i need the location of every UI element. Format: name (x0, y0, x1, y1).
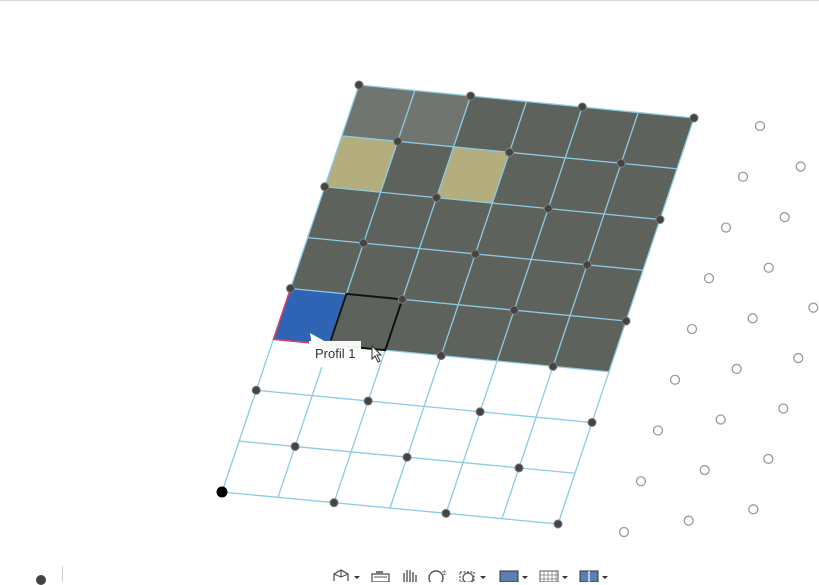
ghost-node[interactable] (793, 352, 804, 364)
grid-node[interactable] (354, 80, 364, 90)
grid-node[interactable] (509, 305, 519, 315)
grid-cell[interactable] (239, 390, 312, 446)
grid-node[interactable] (470, 249, 480, 259)
grid-cell[interactable] (446, 463, 519, 519)
tooltip-label: Profil 1 (315, 346, 356, 361)
grid-node[interactable] (514, 463, 524, 473)
grid-node[interactable] (251, 385, 261, 395)
ghost-node[interactable] (754, 120, 766, 132)
grid-cell[interactable] (463, 412, 536, 468)
svg-text:±: ± (442, 568, 447, 577)
display-style-icon (499, 570, 528, 582)
grid-cell[interactable] (424, 356, 497, 412)
grid-node[interactable] (320, 182, 330, 192)
grid-node[interactable] (504, 147, 514, 157)
grid-node[interactable] (587, 418, 597, 427)
grid-node[interactable] (402, 452, 412, 462)
grid-cell[interactable] (334, 452, 407, 508)
grid-display-button[interactable] (538, 567, 572, 582)
ghost-node[interactable] (652, 425, 664, 436)
ghost-node[interactable] (715, 414, 726, 425)
grid-cell[interactable] (390, 457, 463, 513)
pan-hand-icon (403, 570, 417, 582)
ghost-node[interactable] (737, 171, 749, 182)
grid-node[interactable] (553, 519, 563, 529)
grid-node[interactable] (397, 294, 407, 304)
origin-node[interactable] (216, 486, 228, 498)
ghost-node[interactable] (669, 374, 681, 385)
grid-cell[interactable] (519, 417, 592, 473)
grid-cell[interactable] (278, 447, 351, 503)
grid-node[interactable] (286, 284, 295, 293)
ghost-node[interactable] (795, 161, 806, 172)
grid-cell[interactable] (222, 441, 295, 497)
ghost-node[interactable] (763, 453, 774, 465)
grid-node[interactable] (441, 508, 451, 518)
grid-cell[interactable] (407, 406, 480, 462)
grid-node[interactable] (363, 396, 373, 406)
ghost-node[interactable] (720, 222, 732, 233)
ghost-node[interactable] (808, 302, 819, 313)
view-cube-icon (333, 569, 360, 581)
grid-node[interactable] (577, 102, 587, 112)
grid-node[interactable] (432, 193, 441, 203)
ghost-node[interactable] (778, 403, 789, 414)
toolbar-divider (62, 566, 63, 582)
display-style-button[interactable] (498, 567, 532, 582)
ghost-node[interactable] (618, 526, 630, 538)
grid-display-icon (539, 570, 568, 582)
grid-node[interactable] (359, 238, 369, 248)
grid-node[interactable] (290, 441, 300, 451)
viewport-layout-icon (579, 570, 608, 582)
grid-node[interactable] (475, 407, 485, 417)
camera-icon (371, 571, 390, 582)
grid-node[interactable] (548, 361, 558, 371)
ghost-node[interactable] (747, 313, 758, 324)
3d-viewport[interactable]: Profil 1 ± (0, 0, 819, 585)
pan-button[interactable] (398, 567, 420, 582)
grid-node[interactable] (582, 260, 592, 270)
profile-tooltip: Profil 1 (309, 341, 362, 367)
grid-cell[interactable] (351, 401, 424, 457)
ghost-node[interactable] (763, 262, 774, 273)
ghost-node[interactable] (703, 273, 715, 284)
camera-button[interactable] (370, 567, 392, 582)
grid-node[interactable] (543, 204, 553, 214)
ghost-node[interactable] (699, 464, 710, 476)
grid-node[interactable] (466, 91, 476, 101)
grid-cell[interactable] (502, 468, 575, 524)
ghost-node[interactable] (748, 504, 759, 515)
ghost-node[interactable] (683, 515, 694, 526)
grid-node[interactable] (616, 158, 626, 168)
view-toolbar: ± (330, 567, 612, 582)
viewport-layout-button[interactable] (578, 567, 612, 582)
ghost-node[interactable] (731, 363, 742, 375)
model-scene[interactable] (0, 1, 819, 582)
view-cube-button[interactable] (330, 567, 364, 582)
grid-cell[interactable] (480, 361, 553, 417)
ghost-node[interactable] (635, 476, 647, 487)
zoom-window-button[interactable] (458, 567, 492, 582)
ghost-node[interactable] (686, 323, 698, 335)
zoom-window-icon (459, 571, 486, 582)
grid-node[interactable] (689, 113, 699, 123)
ghost-node[interactable] (779, 212, 790, 223)
grid-node[interactable] (393, 136, 403, 146)
zoom-icon: ± (428, 568, 447, 582)
grid-node[interactable] (329, 498, 339, 508)
grid-cell[interactable] (295, 396, 368, 452)
grid-cell[interactable] (536, 366, 609, 422)
grid-node[interactable] (655, 215, 665, 224)
grid-node[interactable] (436, 351, 446, 361)
status-indicator-icon (36, 575, 46, 585)
grid-node[interactable] (621, 316, 631, 326)
zoom-button[interactable]: ± (426, 567, 452, 582)
